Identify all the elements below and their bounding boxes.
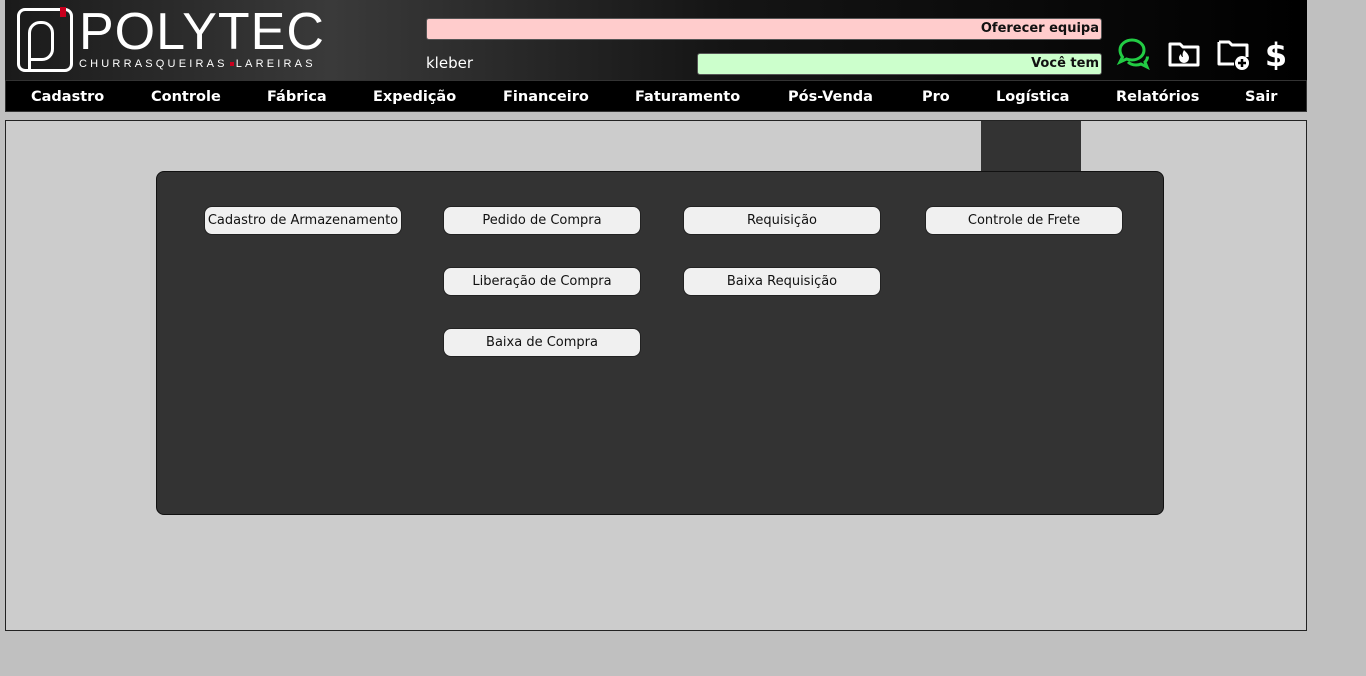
content-area: Cadastro de Armazenamento Pedido de Comp… — [5, 120, 1307, 631]
dollar-icon[interactable]: $ — [1263, 36, 1289, 70]
submenu-tab-indicator — [981, 121, 1081, 173]
requisicao-button[interactable]: Requisição — [683, 206, 881, 235]
nav-item-financeiro[interactable]: Financeiro — [503, 81, 589, 111]
submenu-panel: Cadastro de Armazenamento Pedido de Comp… — [156, 171, 1164, 515]
svg-text:$: $ — [1265, 36, 1287, 70]
nav-item-faturamento[interactable]: Faturamento — [635, 81, 740, 111]
nav-item-cadastro[interactable]: Cadastro — [31, 81, 104, 111]
username-label: kleber — [426, 54, 473, 72]
nav-item-logistica[interactable]: Logística — [996, 81, 1069, 111]
pedido-de-compra-button[interactable]: Pedido de Compra — [443, 206, 641, 235]
logo-word: POLYTEC — [79, 3, 325, 61]
notice-bar-messages[interactable]: Você tem — [697, 53, 1102, 75]
nav-item-sair[interactable]: Sair — [1245, 81, 1277, 111]
fire-folder-icon[interactable] — [1167, 36, 1201, 70]
cadastro-de-armazenamento-button[interactable]: Cadastro de Armazenamento — [204, 206, 402, 235]
polytec-logo[interactable]: POLYTEC CHURRASQUEIRAS LAREIRAS — [17, 3, 325, 74]
header: POLYTEC CHURRASQUEIRAS LAREIRAS Oferecer … — [5, 0, 1307, 80]
chat-icon[interactable] — [1116, 36, 1150, 70]
nav-item-relatorios[interactable]: Relatórios — [1116, 81, 1199, 111]
logo-tagline-right: LAREIRAS — [235, 58, 316, 70]
notice-messages-text: Você tem — [1031, 56, 1099, 71]
folder-add-icon[interactable] — [1216, 36, 1250, 70]
logo-mark — [17, 7, 73, 72]
main-nav: Cadastro Controle Fábrica Expedição Fina… — [5, 80, 1307, 112]
nav-item-fabrica[interactable]: Fábrica — [267, 81, 327, 111]
baixa-de-compra-button[interactable]: Baixa de Compra — [443, 328, 641, 357]
nav-item-expedicao[interactable]: Expedição — [373, 81, 456, 111]
liberacao-de-compra-button[interactable]: Liberação de Compra — [443, 267, 641, 296]
nav-item-pro[interactable]: Pro — [922, 81, 950, 111]
baixa-requisicao-button[interactable]: Baixa Requisição — [683, 267, 881, 296]
notice-bar-offer[interactable]: Oferecer equipa — [426, 18, 1102, 40]
logo-tagline: CHURRASQUEIRAS LAREIRAS — [79, 58, 316, 70]
logo-tagline-left: CHURRASQUEIRAS — [79, 58, 228, 70]
nav-item-pos-venda[interactable]: Pós-Venda — [788, 81, 873, 111]
controle-de-frete-button[interactable]: Controle de Frete — [925, 206, 1123, 235]
notice-offer-text: Oferecer equipa — [980, 21, 1099, 36]
nav-item-controle[interactable]: Controle — [151, 81, 221, 111]
